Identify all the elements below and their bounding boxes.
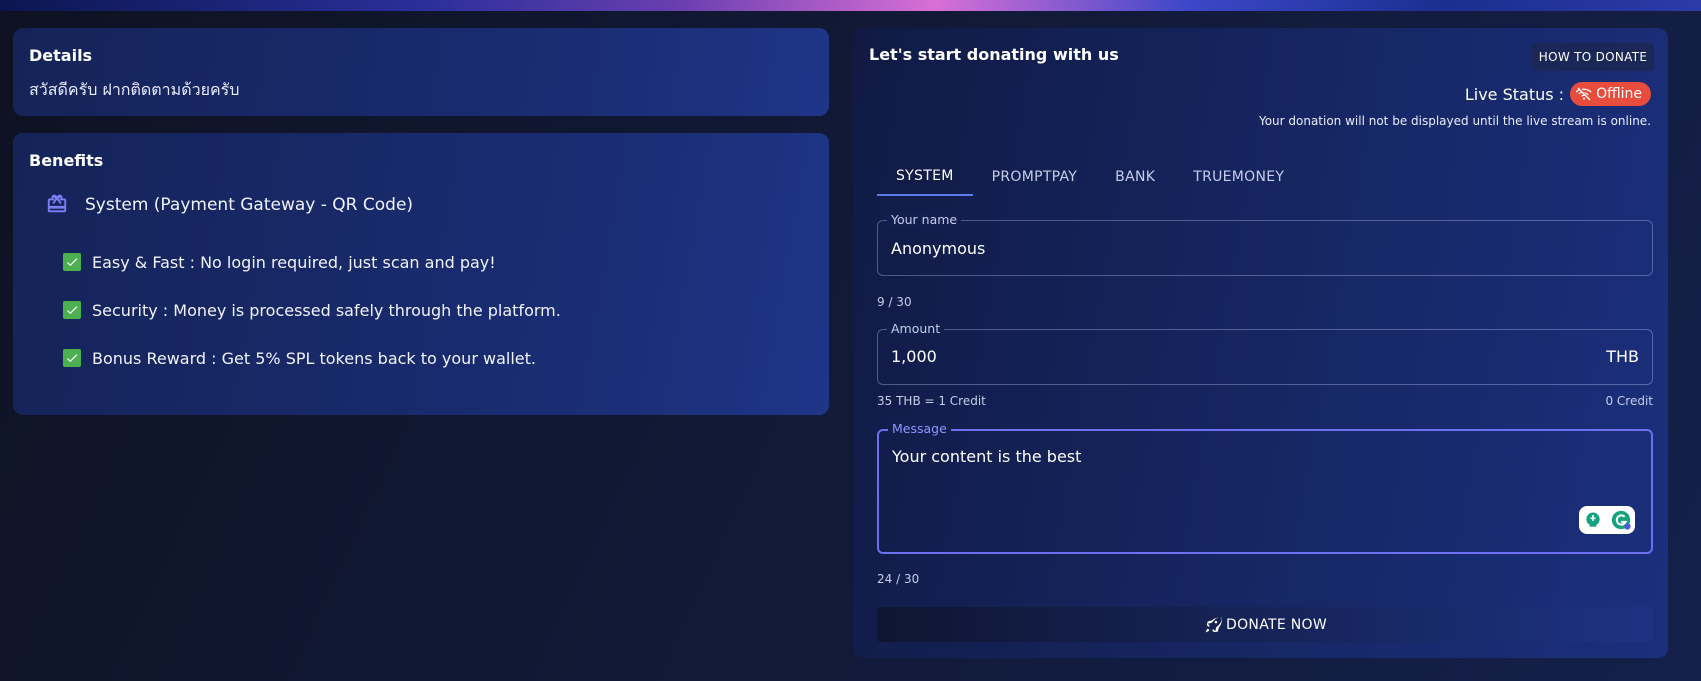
exchange-rate: 35 THB = 1 Credit: [877, 394, 986, 408]
grammarly-widget[interactable]: [1579, 506, 1635, 534]
name-field[interactable]: Your name Anonymous: [877, 212, 1653, 276]
gift-card-icon: [46, 193, 68, 215]
wifi-off-icon: [1576, 87, 1592, 101]
live-status: Live Status : Offline: [1465, 82, 1651, 106]
amount-input[interactable]: 1,000: [891, 347, 937, 366]
donate-card: Let's start donating with us HOW TO DONA…: [853, 28, 1668, 658]
how-to-donate-button[interactable]: HOW TO DONATE: [1532, 43, 1654, 71]
details-title: Details: [29, 46, 93, 65]
offline-warning: Your donation will not be displayed unti…: [1258, 114, 1651, 128]
donate-title: Let's start donating with us: [869, 45, 1119, 64]
benefit-item: Security : Money is processed safely thr…: [63, 298, 561, 322]
message-input[interactable]: Your content is the best: [892, 447, 1081, 466]
check-icon: [63, 301, 81, 319]
donate-now-button[interactable]: DONATE NOW: [877, 607, 1653, 642]
details-card: Details สวัสดีครับ ฝากติดตามด้วยครับ: [13, 28, 829, 116]
tab-system[interactable]: SYSTEM: [877, 158, 973, 196]
tab-promptpay[interactable]: PROMPTPAY: [973, 158, 1097, 196]
benefit-item: Easy & Fast : No login required, just sc…: [63, 250, 496, 274]
rocket-icon: [1205, 616, 1222, 632]
grammarly-icon: [1611, 510, 1631, 530]
assistant-icon: [1585, 512, 1600, 527]
tab-truemoney[interactable]: TRUEMONEY: [1174, 158, 1303, 196]
name-input[interactable]: Anonymous: [891, 239, 985, 258]
benefits-card: Benefits System (Payment Gateway - QR Co…: [13, 133, 829, 415]
message-field[interactable]: Message Your content is the best: [877, 421, 1653, 554]
check-icon: [63, 349, 81, 367]
payment-tabs: SYSTEM PROMPTPAY BANK TRUEMONEY: [877, 158, 1303, 196]
top-banner: [0, 0, 1701, 11]
currency-suffix: THB: [1606, 347, 1639, 366]
name-counter: 9 / 30: [877, 295, 912, 309]
benefit-text: Bonus Reward : Get 5% SPL tokens back to…: [92, 348, 536, 368]
check-icon: [63, 253, 81, 271]
credit-value: 0 Credit: [1605, 394, 1653, 408]
amount-label: Amount: [887, 321, 945, 336]
details-text: สวัสดีครับ ฝากติดตามด้วยครับ: [29, 80, 240, 99]
benefit-text: Easy & Fast : No login required, just sc…: [92, 252, 496, 272]
live-status-label: Live Status :: [1464, 84, 1565, 104]
status-badge: Offline: [1570, 82, 1651, 106]
gateway-label: System (Payment Gateway - QR Code): [85, 195, 414, 215]
status-text: Offline: [1596, 86, 1642, 102]
donate-now-label: DONATE NOW: [1226, 616, 1327, 633]
benefits-title: Benefits: [29, 151, 104, 170]
tab-bank[interactable]: BANK: [1096, 158, 1174, 196]
benefit-text: Security : Money is processed safely thr…: [92, 300, 561, 320]
benefit-item: Bonus Reward : Get 5% SPL tokens back to…: [63, 346, 536, 370]
amount-field[interactable]: Amount 1,000 THB: [877, 321, 1653, 385]
message-counter: 24 / 30: [877, 572, 920, 586]
name-label: Your name: [887, 212, 962, 227]
message-label: Message: [888, 421, 951, 436]
